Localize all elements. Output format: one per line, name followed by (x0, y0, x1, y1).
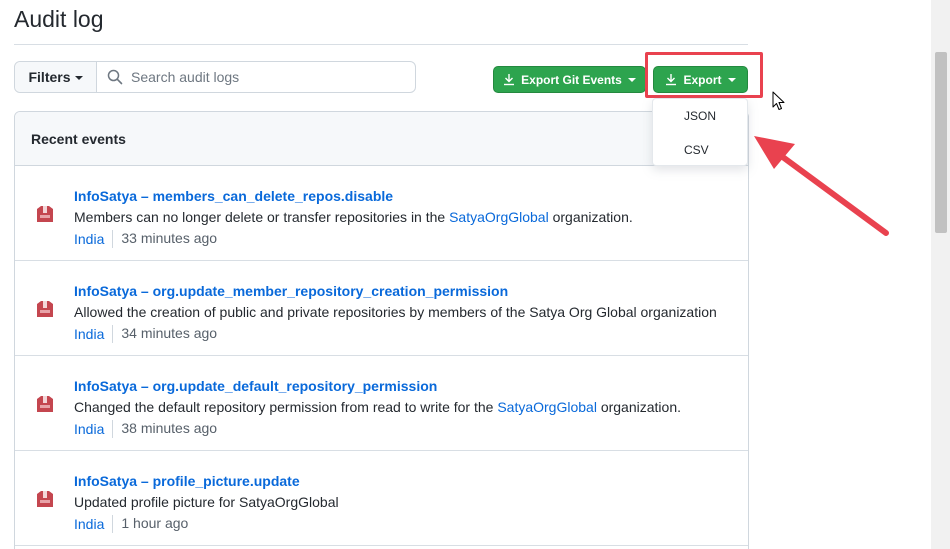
filters-button[interactable]: Filters (15, 62, 97, 92)
caret-down-icon (627, 78, 636, 82)
event-actor: InfoSatya (74, 283, 138, 299)
event-location[interactable]: India (74, 229, 114, 248)
event-desc-text: Changed the default repository permissio… (74, 399, 498, 415)
event-row: InfoSatya – profile_picture.update Updat… (15, 451, 748, 546)
filter-bar: Filters (14, 61, 416, 93)
download-icon (504, 74, 515, 86)
export-option-json[interactable]: JSON (684, 109, 716, 123)
event-desc-text: Members can no longer delete or transfer… (74, 209, 450, 225)
event-description: Members can no longer delete or transfer… (74, 207, 633, 228)
event-desc-text: Allowed the creation of public and priva… (74, 304, 717, 320)
event-text: InfoSatya – members_can_delete_repos.dis… (74, 186, 633, 249)
search-input[interactable] (131, 69, 411, 85)
page-title: Audit log (14, 6, 104, 32)
event-time: 1 hour ago (121, 515, 189, 531)
event-actor: InfoSatya (74, 473, 138, 489)
event-actor: InfoSatya (74, 188, 138, 204)
filters-label: Filters (28, 69, 71, 85)
title-divider (14, 44, 748, 45)
event-title-link[interactable]: InfoSatya – org.update_member_repository… (74, 281, 717, 302)
event-location[interactable]: India (74, 324, 114, 343)
event-description: Updated profile picture for SatyaOrgGlob… (74, 492, 339, 513)
event-title-link[interactable]: InfoSatya – org.update_default_repositor… (74, 376, 681, 397)
event-location[interactable]: India (74, 419, 114, 438)
search-icon (107, 69, 123, 85)
event-description: Changed the default repository permissio… (74, 397, 681, 418)
event-desc-text: organization. (596, 399, 681, 415)
event-time: 33 minutes ago (121, 230, 218, 246)
event-row: InfoSatya – org.update_default_repositor… (15, 356, 748, 451)
event-action: profile_picture.update (152, 473, 300, 489)
event-text: InfoSatya – org.update_default_repositor… (74, 376, 681, 439)
event-action: org.update_default_repository_permission (152, 378, 438, 394)
export-git-events-label: Export Git Events (521, 72, 622, 87)
event-action: members_can_delete_repos.disable (152, 188, 394, 204)
event-row: InfoSatya – members_can_delete_repos.dis… (15, 166, 748, 261)
panel-header: Recent events (15, 112, 748, 166)
avatar-icon (37, 206, 53, 222)
event-time: 34 minutes ago (121, 325, 218, 341)
org-link[interactable]: SatyaOrgGlobal (449, 209, 549, 225)
event-actor: InfoSatya (74, 378, 138, 394)
event-desc-text: Updated profile picture for SatyaOrgGlob… (74, 494, 339, 510)
event-location[interactable]: India (74, 514, 114, 533)
recent-events-panel: Recent events InfoSatya – members_can_de… (14, 111, 749, 549)
event-meta: India 1 hour ago (74, 513, 339, 534)
export-option-csv[interactable]: CSV (684, 143, 709, 157)
export-git-events-button[interactable]: Export Git Events (493, 66, 646, 93)
caret-down-icon (74, 75, 83, 80)
event-title-link[interactable]: InfoSatya – profile_picture.update (74, 471, 339, 492)
event-title-link[interactable]: InfoSatya – members_can_delete_repos.dis… (74, 186, 633, 207)
search-wrap (97, 62, 415, 92)
event-text: InfoSatya – org.update_member_repository… (74, 281, 717, 344)
annotation-highlight-box (645, 52, 763, 98)
event-action: org.update_member_repository_creation_pe… (152, 283, 509, 299)
event-text: InfoSatya – profile_picture.update Updat… (74, 471, 339, 534)
org-link[interactable]: SatyaOrgGlobal (497, 399, 597, 415)
event-meta: India 33 minutes ago (74, 228, 633, 249)
mouse-pointer-icon (772, 91, 785, 110)
event-time: 38 minutes ago (121, 420, 218, 436)
avatar-icon (37, 396, 53, 412)
avatar-icon (37, 491, 53, 507)
page-scrollbar-thumb[interactable] (935, 52, 947, 233)
avatar-icon (37, 301, 53, 317)
event-row: InfoSatya – org.update_member_repository… (15, 261, 748, 356)
export-dropdown-menu: JSON CSV (652, 98, 748, 166)
event-meta: India 38 minutes ago (74, 418, 681, 439)
event-desc-text: organization. (548, 209, 633, 225)
event-meta: India 34 minutes ago (74, 323, 717, 344)
annotation-arrow-icon (754, 136, 889, 236)
event-description: Allowed the creation of public and priva… (74, 302, 717, 323)
